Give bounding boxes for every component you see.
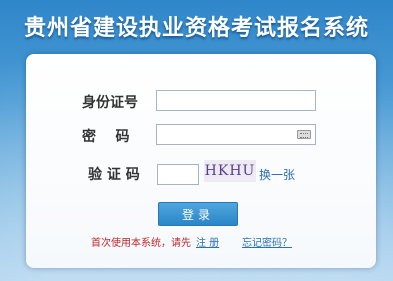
captcha-label: 验 证 码 [88,167,140,183]
keyboard-icon[interactable] [297,130,311,139]
id-number-label: 身份证号 [82,95,138,111]
first-use-notice: 首次使用本系统，请先 [91,238,191,249]
refresh-captcha-link[interactable]: 换一张 [259,166,295,183]
login-panel: 身份证号 密 码 验 证 码 HKHU 换一张 登录 首次使用本系统，请先 注 … [26,54,376,268]
login-button[interactable]: 登录 [158,202,238,226]
password-label: 密 码 [82,129,130,145]
id-number-input[interactable] [156,90,316,111]
page-title: 贵州省建设执业资格考试报名系统 [23,16,369,41]
password-input[interactable] [156,124,316,145]
captcha-image[interactable]: HKHU [204,160,256,182]
captcha-input[interactable] [157,164,199,185]
register-link[interactable]: 注 册 [196,234,219,249]
forgot-password-link[interactable]: 忘记密码？ [242,234,292,249]
